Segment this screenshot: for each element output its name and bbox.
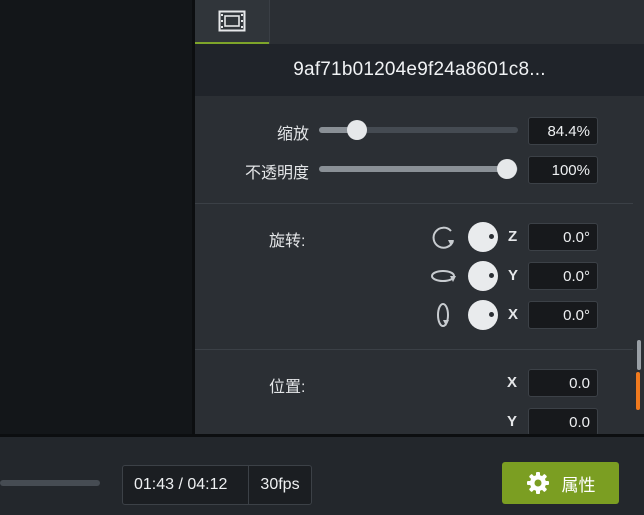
rotate-z-icon[interactable]	[429, 222, 459, 252]
opacity-value-field[interactable]: 100%	[528, 156, 598, 184]
playback-time: 01:43 / 04:12	[134, 476, 228, 493]
film-icon	[218, 10, 246, 32]
rotation-y-dial-dot	[489, 273, 494, 278]
bottom-bar: 01:43 / 04:12 30fps 属性	[0, 437, 644, 515]
position-x-field[interactable]: 0.0	[528, 369, 598, 397]
panel-scrollbar[interactable]	[633, 100, 644, 434]
rotation-x-dial[interactable]	[468, 300, 498, 330]
app-root: 9af71b01204e9f24a8601c8... 缩放 84.4% 不透明度…	[0, 0, 644, 515]
position-y-field[interactable]: 0.0	[528, 408, 598, 436]
rotation-z-field[interactable]: 0.0°	[528, 223, 598, 251]
rotate-x-icon[interactable]	[429, 300, 459, 330]
position-label: 位置:	[269, 379, 306, 396]
opacity-slider[interactable]	[319, 159, 518, 179]
scrollbar-marker	[636, 372, 640, 410]
opacity-slider-knob[interactable]	[497, 159, 517, 179]
rotation-z-dial[interactable]	[468, 222, 498, 252]
rotation-z-dial-dot	[489, 234, 494, 239]
tab-bar	[195, 0, 644, 44]
scale-value-field[interactable]: 84.4%	[528, 117, 598, 145]
rotation-x-field[interactable]: 0.0°	[528, 301, 598, 329]
position-y-axis-label: Y	[507, 413, 518, 430]
properties-panel: 9af71b01204e9f24a8601c8... 缩放 84.4% 不透明度…	[195, 0, 644, 436]
rotation-x-dial-dot	[489, 312, 494, 317]
tab-separator	[269, 0, 270, 44]
gear-icon	[526, 472, 549, 494]
frame-rate: 30fps	[248, 466, 311, 504]
scrollbar-thumb[interactable]	[637, 340, 641, 370]
opacity-slider-fill	[319, 166, 507, 172]
properties-button[interactable]: 属性	[502, 462, 619, 504]
position-x-axis-label: X	[507, 374, 518, 391]
scale-slider[interactable]	[319, 120, 518, 140]
rotation-label: 旋转:	[269, 233, 306, 250]
section-divider	[195, 203, 633, 204]
rotation-y-field[interactable]: 0.0°	[528, 262, 598, 290]
media-title: 9af71b01204e9f24a8601c8...	[195, 44, 644, 96]
section-divider	[195, 349, 633, 350]
properties-button-label: 属性	[561, 475, 596, 495]
preview-canvas[interactable]	[0, 0, 192, 434]
time-display: 01:43 / 04:12 30fps	[122, 465, 312, 505]
rotate-y-icon[interactable]	[429, 261, 459, 291]
opacity-label: 不透明度	[244, 165, 309, 182]
playback-scrubber[interactable]	[0, 480, 100, 486]
scale-slider-knob[interactable]	[347, 120, 367, 140]
scale-label: 缩放	[276, 126, 309, 143]
rotation-y-axis-label: Y	[508, 267, 519, 284]
rotation-y-dial[interactable]	[468, 261, 498, 291]
rotation-z-axis-label: Z	[508, 228, 518, 245]
rotation-x-axis-label: X	[508, 306, 519, 323]
tab-visual-properties[interactable]	[195, 0, 269, 44]
